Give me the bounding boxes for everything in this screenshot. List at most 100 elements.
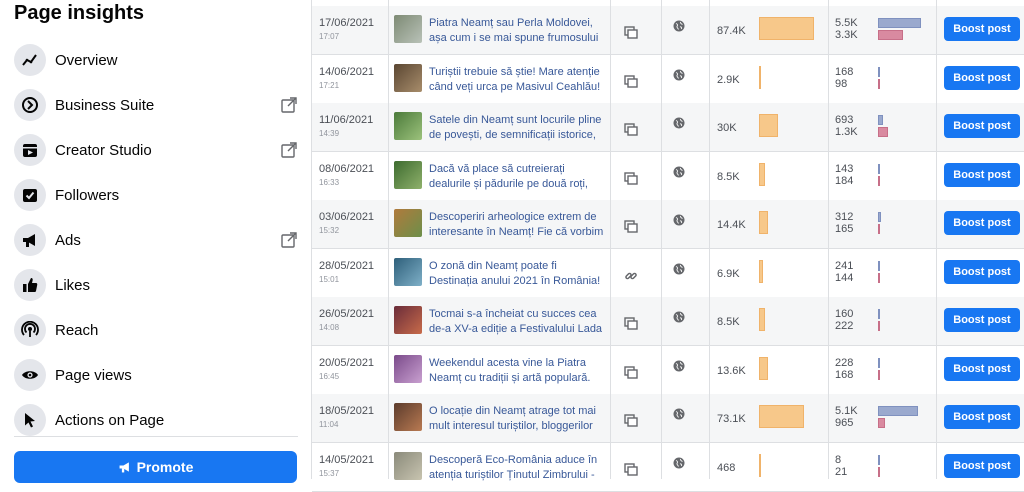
sidebar-item-label: Actions on Page (55, 411, 165, 429)
post-text-link[interactable]: Piatra Neamț sau Perla Moldovei, așa cum… (429, 16, 607, 46)
table-row[interactable]: 26/05/2021 14:08 Tocmai s-a încheiat cu su… (312, 297, 1024, 346)
boost-post-button[interactable]: Boost post (944, 260, 1020, 284)
sidebar-item-likes[interactable]: Likes (14, 267, 298, 303)
engagement-bar-1 (878, 18, 921, 28)
engagement-bar-2 (878, 176, 880, 186)
post-text-link[interactable]: Satele din Neamț sunt locurile pline de … (429, 113, 607, 143)
copy-icon (624, 317, 638, 330)
boost-post-button[interactable]: Boost post (944, 357, 1020, 381)
table-row[interactable]: 14/05/2021 15:37 Descoperă Eco-România adu… (312, 443, 1024, 492)
sidebar-item-label: Business Suite (55, 96, 155, 114)
post-text-link[interactable]: Turiștii trebuie să știe! Mare atenție c… (429, 65, 607, 95)
copy-icon (624, 463, 638, 476)
post-date: 17/06/2021 (319, 17, 375, 29)
post-date: 28/05/2021 (319, 260, 375, 272)
engagement-value-1: 160 (835, 308, 854, 320)
table-row[interactable]: 11/06/2021 14:39 Satele din Neamț sunt loc… (312, 103, 1024, 152)
sidebar-item-creator-studio[interactable]: Creator Studio (14, 132, 298, 168)
post-date: 18/05/2021 (319, 405, 375, 417)
post-date: 20/05/2021 (319, 357, 375, 369)
reach-value: 13.6K (717, 365, 746, 377)
cursor-icon (14, 404, 46, 436)
column-divider (936, 0, 937, 479)
sidebar-item-page-views[interactable]: Page views (14, 357, 298, 393)
engagement-bar-1 (878, 406, 918, 416)
table-row[interactable]: 14/06/2021 17:21 Turiștii trebuie să știe!… (312, 55, 1024, 104)
post-thumbnail[interactable] (394, 452, 422, 480)
post-text-link[interactable]: O zonă din Neamț poate fi Destinația anu… (429, 259, 607, 289)
post-date: 26/05/2021 (319, 308, 375, 320)
post-thumbnail[interactable] (394, 112, 422, 140)
posts-table: 17/06/2021 17:07 Piatra Neamț sau Perla Mo… (312, 0, 1024, 492)
post-thumbnail[interactable] (394, 161, 422, 189)
sidebar-item-followers[interactable]: Followers (14, 177, 298, 213)
table-row[interactable]: 28/05/2021 15:01 O zonă din Neamț poate fi… (312, 249, 1024, 298)
post-thumbnail[interactable] (394, 355, 422, 383)
sidebar-divider (14, 436, 298, 437)
engagement-value-1: 693 (835, 114, 854, 126)
boost-post-button[interactable]: Boost post (944, 17, 1020, 41)
thumbs-up-icon (14, 269, 46, 301)
engagement-bar-1 (878, 309, 880, 319)
reach-value: 8.5K (717, 171, 740, 183)
engagement-value-1: 228 (835, 357, 854, 369)
reach-value: 8.5K (717, 316, 740, 328)
post-thumbnail[interactable] (394, 306, 422, 334)
followers-icon (14, 179, 46, 211)
boost-post-button[interactable]: Boost post (944, 211, 1020, 235)
engagement-value-1: 143 (835, 163, 854, 175)
sidebar-item-reach[interactable]: Reach (14, 312, 298, 348)
reach-value: 73.1K (717, 413, 746, 425)
globe-icon (673, 263, 685, 275)
post-thumbnail[interactable] (394, 15, 422, 43)
engagement-bar-1 (878, 115, 883, 125)
boost-post-button[interactable]: Boost post (944, 308, 1020, 332)
eye-icon (14, 359, 46, 391)
table-row[interactable]: 20/05/2021 16:45 Weekendul acesta vine la … (312, 346, 1024, 395)
post-thumbnail[interactable] (394, 258, 422, 286)
boost-post-button[interactable]: Boost post (944, 163, 1020, 187)
table-row[interactable]: 08/06/2021 16:33 Dacă vă place să cutreier… (312, 152, 1024, 201)
post-text-link[interactable]: Weekendul acesta vine la Piatra Neamț cu… (429, 356, 607, 386)
sidebar-item-actions-on-page[interactable]: Actions on Page (14, 402, 298, 438)
reach-value: 30K (717, 122, 737, 134)
external-link-icon[interactable] (280, 231, 298, 249)
engagement-bar-2 (878, 418, 885, 428)
post-time: 16:45 (319, 372, 340, 381)
engagement-value-2: 965 (835, 417, 854, 429)
engagement-bar-2 (878, 30, 903, 40)
boost-post-button[interactable]: Boost post (944, 66, 1020, 90)
engagement-bar-1 (878, 455, 880, 465)
copy-icon (624, 75, 638, 88)
creator-studio-icon (14, 134, 46, 166)
post-text-link[interactable]: Tocmai s-a încheiat cu succes cea de-a X… (429, 307, 607, 337)
table-row[interactable]: 17/06/2021 17:07 Piatra Neamț sau Perla Mo… (312, 6, 1024, 55)
sidebar-item-overview[interactable]: Overview (14, 42, 298, 78)
globe-icon (673, 457, 685, 469)
table-row[interactable]: 03/06/2021 15:32 Descoperiri arheologice e… (312, 200, 1024, 249)
globe-icon (673, 214, 685, 226)
promote-button[interactable]: Promote (14, 451, 297, 483)
sidebar-item-ads[interactable]: Ads (14, 222, 298, 258)
post-time: 15:32 (319, 226, 340, 235)
reach-bar (759, 405, 804, 428)
column-divider (709, 0, 710, 479)
engagement-bar-1 (878, 164, 880, 174)
post-text-link[interactable]: Descoperiri arheologice extrem de intere… (429, 210, 607, 240)
post-time: 17:21 (319, 81, 340, 90)
engagement-value-1: 5.5K (835, 17, 858, 29)
post-text-link[interactable]: O locație din Neamț atrage tot mai mult … (429, 404, 607, 434)
external-link-icon[interactable] (280, 96, 298, 114)
post-thumbnail[interactable] (394, 209, 422, 237)
sidebar-item-business-suite[interactable]: Business Suite (14, 87, 298, 123)
column-divider (828, 0, 829, 479)
external-link-icon[interactable] (280, 141, 298, 159)
boost-post-button[interactable]: Boost post (944, 405, 1020, 429)
post-text-link[interactable]: Dacă vă place să cutreierați dealurile ș… (429, 162, 607, 192)
boost-post-button[interactable]: Boost post (944, 114, 1020, 138)
post-thumbnail[interactable] (394, 403, 422, 431)
reach-value: 468 (717, 462, 736, 474)
post-thumbnail[interactable] (394, 64, 422, 92)
table-row[interactable]: 18/05/2021 11:04 O locație din Neamț atrag… (312, 394, 1024, 443)
boost-post-button[interactable]: Boost post (944, 454, 1020, 478)
